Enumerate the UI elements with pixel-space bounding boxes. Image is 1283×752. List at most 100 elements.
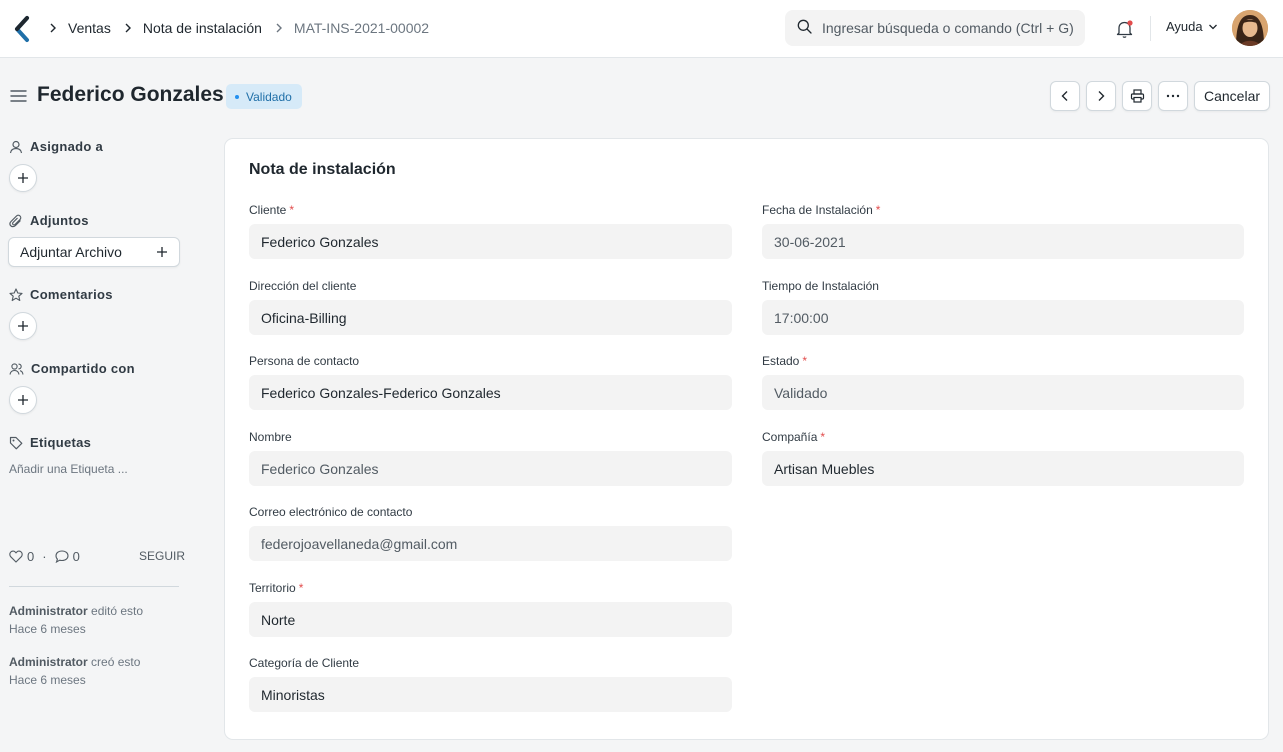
- add-share-button[interactable]: [9, 386, 37, 414]
- star-icon: [9, 287, 23, 301]
- add-comment-button[interactable]: [9, 312, 37, 340]
- notification-bell-icon[interactable]: [1114, 18, 1136, 40]
- compania-field[interactable]: Artisan Muebles: [762, 451, 1244, 486]
- likes-comments-summary: 0 · 0: [9, 549, 88, 564]
- form-section-title: Nota de instalación: [249, 161, 396, 178]
- plus-icon: [18, 321, 28, 331]
- shared-with-section: Compartido con: [9, 361, 135, 376]
- sidebar-divider: [9, 586, 179, 587]
- chevron-right-icon: [46, 21, 60, 35]
- comments-section: Comentarios: [9, 287, 113, 302]
- comment-icon: [55, 550, 69, 563]
- label-text: Nombre: [249, 430, 292, 444]
- breadcrumb-ventas[interactable]: Ventas: [68, 20, 111, 36]
- assigned-to-section: Asignado a: [9, 139, 103, 154]
- field-label-categoria: Categoría de Cliente: [249, 656, 359, 670]
- navbar: Ventas Nota de instalación MAT-INS-2021-…: [0, 0, 1283, 58]
- activity-time: Hace 6 meses: [9, 622, 86, 636]
- fecha-instalacion-field[interactable]: 30-06-2021: [762, 224, 1244, 259]
- persona-contacto-field[interactable]: Federico Gonzales-Federico Gonzales: [249, 375, 732, 410]
- label-text: Correo electrónico de contacto: [249, 505, 413, 519]
- separator-dot: ·: [42, 549, 47, 564]
- label-text: Categoría de Cliente: [249, 656, 360, 670]
- add-tag-link[interactable]: Añadir una Etiqueta ...: [9, 462, 128, 476]
- assigned-to-label: Asignado a: [30, 139, 104, 154]
- next-record-button[interactable]: [1086, 81, 1116, 111]
- activity-item: Administrator creó esto Hace 6 meses: [9, 653, 140, 689]
- attach-file-label: Adjuntar Archivo: [20, 244, 122, 260]
- more-actions-button[interactable]: [1158, 81, 1188, 111]
- field-label-tiempo: Tiempo de Instalación: [762, 279, 879, 293]
- tag-icon: [9, 436, 23, 449]
- breadcrumb-nota-instalacion[interactable]: Nota de instalación: [143, 20, 262, 36]
- chevron-left-icon: [1061, 91, 1068, 101]
- field-label-fecha: Fecha de Instalación *: [762, 203, 880, 217]
- required-marker: *: [802, 354, 808, 368]
- printer-icon: [1130, 89, 1144, 103]
- search-input[interactable]: Ingresar búsqueda o comando (Ctrl + G): [785, 10, 1085, 46]
- tiempo-instalacion-field[interactable]: 17:00:00: [762, 300, 1244, 335]
- tags-section: Etiquetas: [9, 435, 91, 450]
- cancel-button[interactable]: Cancelar: [1194, 81, 1270, 111]
- status-badge: Validado: [226, 84, 302, 109]
- activity-action: editó esto: [91, 604, 144, 618]
- attachments-label: Adjuntos: [30, 213, 89, 228]
- field-label-direccion: Dirección del cliente: [249, 279, 356, 293]
- sidebar-toggle-icon[interactable]: [10, 88, 27, 104]
- required-marker: *: [875, 203, 881, 217]
- print-button[interactable]: [1122, 81, 1152, 111]
- user-avatar[interactable]: [1232, 10, 1268, 46]
- plus-icon: [18, 395, 28, 405]
- activity-action: creó esto: [91, 655, 141, 669]
- tags-label: Etiquetas: [30, 435, 92, 450]
- field-label-correo: Correo electrónico de contacto: [249, 505, 412, 519]
- search-icon: [797, 19, 812, 37]
- comment-count: 0: [72, 549, 80, 564]
- plus-icon: [157, 247, 167, 257]
- activity-user[interactable]: Administrator: [9, 655, 88, 669]
- field-label-territorio: Territorio *: [249, 581, 303, 595]
- label-text: Fecha de Instalación: [762, 203, 873, 217]
- breadcrumb: Ventas Nota de instalación MAT-INS-2021-…: [46, 0, 439, 56]
- attach-file-button[interactable]: Adjuntar Archivo: [8, 237, 180, 267]
- shared-with-label: Compartido con: [31, 361, 135, 376]
- label-text: Persona de contacto: [249, 354, 360, 368]
- heart-icon[interactable]: [9, 550, 23, 563]
- field-label-cliente: Cliente *: [249, 203, 294, 217]
- follow-button[interactable]: SEGUIR: [139, 549, 185, 563]
- correo-contacto-field: federojoavellaneda@gmail.com: [249, 526, 732, 561]
- required-marker: *: [289, 203, 295, 217]
- help-dropdown[interactable]: Ayuda: [1166, 19, 1218, 34]
- like-count: 0: [27, 549, 35, 564]
- label-text: Dirección del cliente: [249, 279, 357, 293]
- field-label-compania: Compañía *: [762, 430, 825, 444]
- label-text: Cliente: [249, 203, 287, 217]
- users-icon: [9, 362, 24, 375]
- previous-record-button[interactable]: [1050, 81, 1080, 111]
- categoria-cliente-field[interactable]: Minoristas: [249, 677, 732, 712]
- status-dot: [235, 94, 239, 99]
- chevron-right-icon: [121, 21, 135, 35]
- comments-label: Comentarios: [30, 287, 113, 302]
- activity-user[interactable]: Administrator: [9, 604, 88, 618]
- more-horizontal-icon: [1166, 94, 1180, 98]
- status-label: Validado: [246, 89, 292, 104]
- attachments-section: Adjuntos: [9, 213, 89, 228]
- page-title: Federico Gonzales: [37, 83, 224, 106]
- app-logo-icon[interactable]: [12, 15, 32, 43]
- required-marker: *: [820, 430, 826, 444]
- direccion-cliente-field[interactable]: Oficina-Billing: [249, 300, 732, 335]
- chevron-right-icon: [1098, 91, 1105, 101]
- paperclip-icon: [9, 214, 22, 227]
- label-text: Estado: [762, 354, 800, 368]
- plus-icon: [18, 173, 28, 183]
- breadcrumb-current: MAT-INS-2021-00002: [293, 20, 430, 36]
- territorio-field[interactable]: Norte: [249, 602, 732, 637]
- field-label-nombre: Nombre: [249, 430, 292, 444]
- nombre-field: Federico Gonzales: [249, 451, 732, 486]
- add-assignee-button[interactable]: [9, 164, 37, 192]
- search-placeholder: Ingresar búsqueda o comando (Ctrl + G): [822, 20, 1074, 36]
- navbar-divider: [1150, 16, 1151, 41]
- cliente-field[interactable]: Federico Gonzales: [249, 224, 732, 259]
- activity-item: Administrator editó esto Hace 6 meses: [9, 602, 143, 638]
